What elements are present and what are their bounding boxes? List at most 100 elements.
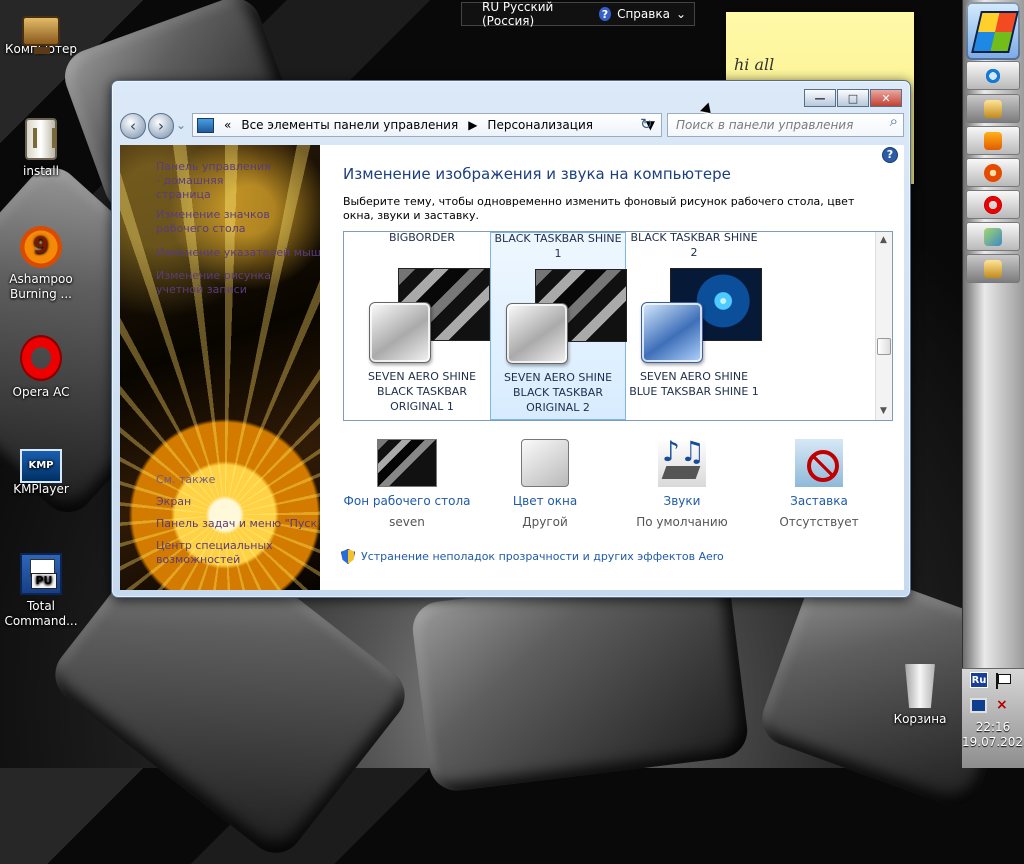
opera-icon <box>20 335 62 381</box>
aero-troubleshoot-label[interactable]: Устранение неполадок прозрачности и друг… <box>361 550 724 563</box>
recycle-bin-icon <box>905 664 935 708</box>
theme-color-preview <box>506 303 568 364</box>
sounds-value: По умолчанию <box>636 515 728 529</box>
sidebar-link-taskbar-start-menu[interactable]: Панель задач и меню "Пуск" <box>156 517 320 531</box>
sidebar-link-change-account-picture[interactable]: Изменение рисунка учетной записи <box>156 269 306 297</box>
language-bar-menu-icon[interactable]: ⌄ <box>676 7 686 21</box>
maximize-button[interactable]: □ <box>837 89 869 107</box>
back-button[interactable]: ‹ <box>120 113 146 139</box>
taskbar-opera-button[interactable] <box>966 190 1020 219</box>
address-bar[interactable]: « Все элементы панели управления ▶ Персо… <box>192 113 662 137</box>
search-input[interactable]: Поиск в панели управления <box>667 113 904 137</box>
history-dropdown-icon[interactable]: ⌄ <box>176 118 186 132</box>
desktop-icon-recycle-bin[interactable]: Корзина <box>879 664 961 727</box>
desktop-icon-ashampoo[interactable]: 9 Ashampoo Burning ... <box>0 226 82 302</box>
page-title: Изменение изображения и звука на компьют… <box>343 165 731 183</box>
language-label[interactable]: RU Русский (Россия) <box>482 0 593 28</box>
scroll-down-icon[interactable]: ▼ <box>880 406 887 416</box>
scroll-thumb[interactable] <box>877 338 891 355</box>
media-player-icon <box>984 131 1002 150</box>
sounds-icon <box>658 435 706 487</box>
sidebar-link-change-mouse-pointers[interactable]: Изменение указателей мыши <box>156 246 320 260</box>
sidebar-link-ease-of-access[interactable]: Центр специальных возможностей <box>156 539 296 567</box>
desktop-icon-label: KMPlayer <box>13 482 69 496</box>
desktop-icon-total-commander[interactable]: Total Command... <box>0 553 82 629</box>
breadcrumb-personalization[interactable]: Персонализация <box>487 118 593 132</box>
sticky-note-text: hi all <box>734 55 775 74</box>
desktop-background-value: seven <box>389 515 425 529</box>
taskbar-network-button[interactable] <box>966 222 1020 251</box>
sidebar-link-control-panel-home[interactable]: Панель управления - домашняя страница <box>156 160 278 202</box>
theme-list[interactable]: BIGBORDER SEVEN AERO SHINE BLACK TASKBAR… <box>343 231 893 421</box>
breadcrumb-chevron[interactable]: « <box>224 118 231 132</box>
desktop-background-option[interactable]: Фон рабочего стола seven <box>342 439 472 529</box>
breadcrumb-separator: ▶ <box>468 118 478 132</box>
taskbar-folder-button[interactable] <box>966 254 1020 283</box>
network-icon <box>984 227 1002 246</box>
screen-saver-label[interactable]: Заставка <box>754 494 884 508</box>
help-icon[interactable]: ? <box>882 147 898 163</box>
theme-item-black-shine-original-2[interactable]: BLACK TASKBAR SHINE 1 SEVEN AERO SHINE B… <box>490 232 627 420</box>
theme-color-preview <box>369 302 431 363</box>
desktop-icon-label: install <box>23 164 59 178</box>
theme-item-bigborder-original-1[interactable]: BIGBORDER SEVEN AERO SHINE BLACK TASKBAR… <box>354 232 490 420</box>
forward-button[interactable]: › <box>148 113 174 139</box>
window-color-thumbnail <box>521 439 569 487</box>
desktop-icon-install[interactable]: install <box>0 118 82 179</box>
taskbar-ie-button[interactable] <box>966 61 1020 90</box>
system-clock[interactable]: 22:16 19.07.2023 <box>962 720 1024 750</box>
action-center-flag-icon[interactable] <box>996 673 1012 689</box>
desktop-icon-opera[interactable]: Opera AC <box>0 335 82 400</box>
sidebar-link-change-desktop-icons[interactable]: Изменение значков рабочего стола <box>156 208 306 236</box>
desktop-icon-computer[interactable]: Компьютер <box>0 8 82 57</box>
sounds-label[interactable]: Звуки <box>617 494 747 508</box>
total-commander-icon <box>20 553 62 595</box>
desktop-icon-kmplayer[interactable]: KMP KMPlayer <box>0 444 82 497</box>
window-color-option[interactable]: Цвет окна Другой <box>480 439 610 529</box>
aero-troubleshoot-link[interactable]: Устранение неполадок прозрачности и друг… <box>341 549 724 564</box>
sidebar: Панель управления - домашняя страница Из… <box>120 145 320 590</box>
screen-saver-value: Отсутствует <box>779 515 859 529</box>
window-color-value: Другой <box>522 515 568 529</box>
desktop-icon-label: Total Command... <box>4 599 78 628</box>
window-color-label[interactable]: Цвет окна <box>480 494 610 508</box>
search-icon[interactable]: ⌕ <box>890 112 898 130</box>
opera-icon <box>984 195 1002 214</box>
language-bar[interactable]: RU Русский (Россия) ? Справка ⌄ <box>461 0 695 28</box>
theme-title: BIGBORDER <box>388 231 456 244</box>
taskbar-media-player-button[interactable] <box>966 126 1020 155</box>
desktop-icon-label: Opera AC <box>12 385 70 399</box>
personalization-window[interactable]: — □ ✕ ‹ › ⌄ « Все элементы панели управл… <box>111 80 911 598</box>
theme-item-blue-shine-1[interactable]: BLACK TASKBAR SHINE 2 SEVEN AERO SHINE B… <box>626 232 762 420</box>
burning-icon: 9 <box>20 226 62 268</box>
shield-icon <box>341 549 355 564</box>
desktop-background-label[interactable]: Фон рабочего стола <box>342 494 472 508</box>
theme-color-preview <box>641 302 703 363</box>
close-button[interactable]: ✕ <box>870 89 902 107</box>
sidebar-link-display[interactable]: Экран <box>156 495 191 509</box>
scroll-up-icon[interactable]: ▲ <box>880 235 887 245</box>
refresh-icon[interactable]: ↻ <box>640 115 653 133</box>
minimize-button[interactable]: — <box>804 89 836 107</box>
sounds-option[interactable]: Звуки По умолчанию <box>617 435 747 529</box>
theme-scrollbar[interactable]: ▲ ▼ <box>875 232 892 420</box>
taskbar-explorer-button[interactable] <box>966 94 1020 123</box>
sidebar-see-also: См. также <box>156 473 216 486</box>
language-indicator[interactable]: Ru <box>970 672 988 688</box>
breadcrumb-all-control-panel-items[interactable]: Все элементы панели управления <box>241 118 458 132</box>
desktop-icon-label: Ashampoo Burning ... <box>9 272 73 301</box>
folder-icon <box>25 118 57 160</box>
volume-muted-icon[interactable]: × <box>996 697 1013 714</box>
desktop-icon-label: Корзина <box>893 712 947 726</box>
control-panel-icon <box>197 117 214 133</box>
network-icon[interactable] <box>970 698 987 713</box>
desktop-background-thumbnail <box>377 439 437 487</box>
taskbar-ashampoo-button[interactable] <box>966 158 1020 187</box>
start-button[interactable] <box>966 2 1020 60</box>
theme-title: SEVEN AERO SHINE BLACK TASKBAR ORIGINAL … <box>503 371 613 414</box>
theme-title: SEVEN AERO SHINE BLUE TAKSBAR SHINE 1 <box>629 370 759 398</box>
screen-saver-option[interactable]: Заставка Отсутствует <box>754 439 884 529</box>
language-bar-help[interactable]: Справка <box>617 7 670 21</box>
kmplayer-icon: KMP <box>20 449 62 483</box>
help-icon[interactable]: ? <box>598 7 612 21</box>
